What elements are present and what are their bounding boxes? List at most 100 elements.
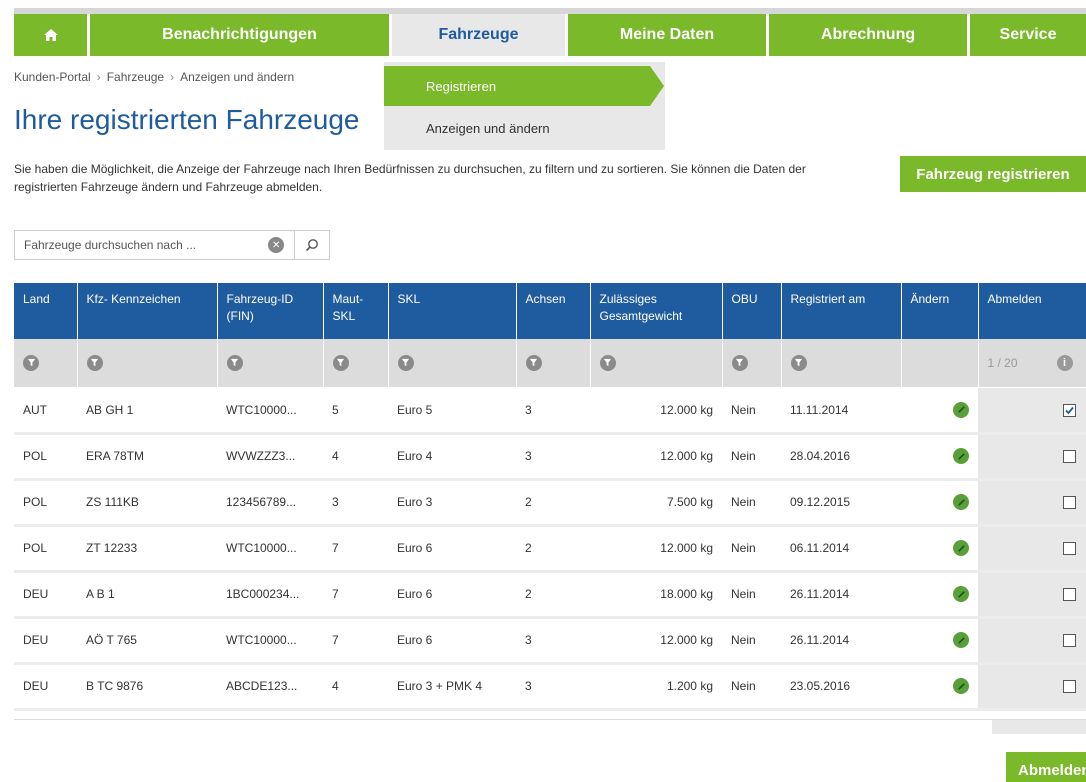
col-header-registriert[interactable]: Registriert am <box>781 283 902 339</box>
dropdown-label: Anzeigen und ändern <box>426 120 550 136</box>
breadcrumb-item[interactable]: Fahrzeuge <box>107 70 164 84</box>
nav-benachrichtigungen[interactable]: Benachrichtigungen <box>90 14 392 56</box>
cell-fin: WTC10000... <box>217 387 323 435</box>
cell-skl: Euro 3 + PMK 4 <box>388 663 516 711</box>
deregister-checkbox[interactable] <box>1063 403 1076 417</box>
filter-cell <box>901 339 979 388</box>
cell-abmelden <box>978 479 1086 527</box>
col-header-land[interactable]: Land <box>14 283 78 339</box>
cell-skl: Euro 6 <box>388 617 516 665</box>
nav-label: Meine Daten <box>619 26 715 43</box>
cell-obu: Nein <box>722 571 781 619</box>
edit-icon[interactable] <box>953 401 969 418</box>
col-header-abmelden: Abmelden <box>978 283 1086 339</box>
cell-registriert: 11.11.2014 <box>781 387 901 435</box>
cell-maut-skl: 4 <box>323 433 388 481</box>
dropdown-item-registrieren[interactable]: Registrieren <box>384 66 664 106</box>
col-header-fin[interactable]: Fahrzeug-ID (FIN) <box>217 283 324 339</box>
cell-abmelden <box>978 387 1086 435</box>
deregister-checkbox[interactable] <box>1063 542 1076 556</box>
col-header-obu[interactable]: OBU <box>722 283 782 339</box>
deregister-checkbox[interactable] <box>1063 680 1076 694</box>
deregister-button[interactable]: Abmelden <box>1006 752 1086 782</box>
cell-gewicht: 1.200 kg <box>590 663 722 711</box>
filter-cell <box>14 339 78 388</box>
cell-skl: Euro 6 <box>388 525 516 573</box>
search-box: ✕ <box>14 230 330 260</box>
breadcrumb-item[interactable]: Kunden-Portal <box>14 70 91 84</box>
cell-land: POL <box>14 525 77 573</box>
nav-fahrzeuge[interactable]: Fahrzeuge <box>392 8 568 56</box>
clear-icon[interactable]: ✕ <box>268 237 285 253</box>
partial-abmelden-cell <box>992 720 1086 734</box>
edit-icon[interactable] <box>953 448 969 464</box>
cell-abmelden <box>978 433 1086 481</box>
nav-label: Fahrzeuge <box>438 26 519 43</box>
cell-kennzeichen: ZT 12233 <box>77 525 217 573</box>
cell-fin: WTC10000... <box>217 617 323 665</box>
intro-text: Sie haben die Möglichkeit, die Anzeige d… <box>14 162 806 194</box>
table-row: AUT AB GH 1 WTC10000... 5 Euro 5 3 12.000 kg Ne… <box>14 387 1086 435</box>
deregister-checkbox[interactable] <box>1063 496 1076 510</box>
filter-cell <box>388 339 517 388</box>
cell-obu: Nein <box>722 387 781 435</box>
cell-achsen: 3 <box>516 617 590 665</box>
cell-registriert: 26.11.2014 <box>781 571 901 619</box>
cell-obu: Nein <box>722 433 781 481</box>
table-row: DEU AÖ T 765 WTC10000... 7 Euro 6 3 12.000 kg N… <box>14 617 1086 665</box>
filter-icon[interactable] <box>226 354 243 371</box>
button-label: Abmelden <box>1018 761 1086 779</box>
nav-label: Abrechnung <box>820 26 916 43</box>
info-icon[interactable]: i <box>1056 354 1073 371</box>
nav-home[interactable] <box>14 14 90 56</box>
filter-icon[interactable] <box>86 354 103 371</box>
nav-abrechnung[interactable]: Abrechnung <box>769 14 970 56</box>
cell-abmelden <box>978 525 1086 573</box>
edit-icon[interactable] <box>953 494 969 510</box>
filter-icon[interactable] <box>397 354 414 371</box>
filter-icon[interactable] <box>790 354 807 371</box>
col-header-kennzeichen[interactable]: Kfz- Kennzeichen <box>77 283 218 339</box>
edit-icon[interactable] <box>953 678 969 694</box>
cell-skl: Euro 4 <box>388 433 516 481</box>
filter-cell <box>77 339 218 388</box>
nav-meine-daten[interactable]: Meine Daten <box>568 14 769 56</box>
cell-maut-skl: 3 <box>323 479 388 527</box>
edit-icon[interactable] <box>953 540 969 556</box>
edit-icon[interactable] <box>953 632 969 648</box>
filter-icon[interactable] <box>525 354 542 371</box>
dropdown-item-anzeigen[interactable]: Anzeigen und ändern <box>384 108 665 148</box>
edit-icon[interactable] <box>953 586 969 602</box>
deregister-checkbox[interactable] <box>1063 588 1076 602</box>
cell-achsen: 3 <box>516 433 590 481</box>
search-input[interactable] <box>15 232 265 258</box>
cell-land: DEU <box>14 617 77 665</box>
col-header-achsen[interactable]: Achsen <box>516 283 591 339</box>
register-vehicle-button[interactable]: Fahrzeug registrieren <box>900 156 1086 192</box>
filter-icon[interactable] <box>599 354 616 371</box>
cell-registriert: 28.04.2016 <box>781 433 901 481</box>
filter-icon[interactable] <box>23 354 39 371</box>
nav-service[interactable]: Service <box>970 14 1086 56</box>
search-button[interactable] <box>295 231 329 259</box>
col-header-maut-skl[interactable]: Maut-SKL <box>323 283 389 339</box>
filter-icon[interactable] <box>332 354 349 371</box>
col-header-skl[interactable]: SKL <box>388 283 517 339</box>
breadcrumb: Kunden-Portal › Fahrzeuge › Anzeigen und… <box>14 70 294 84</box>
cell-achsen: 2 <box>516 525 590 573</box>
filter-icon[interactable] <box>731 354 748 371</box>
cell-aendern <box>901 617 978 665</box>
page-title: Ihre registrierten Fahrzeuge <box>14 104 360 135</box>
cell-fin: WTC10000... <box>217 525 323 573</box>
deregister-checkbox[interactable] <box>1063 634 1076 648</box>
deregister-checkbox[interactable] <box>1063 450 1076 464</box>
cell-achsen: 3 <box>516 663 590 711</box>
cell-skl: Euro 6 <box>388 571 516 619</box>
nav-label: Service <box>999 26 1057 43</box>
cell-maut-skl: 7 <box>323 525 388 573</box>
cell-fin: 1BC000234... <box>217 571 323 619</box>
cell-land: POL <box>14 479 77 527</box>
col-header-gewicht[interactable]: Zulässiges Gesamtgewicht <box>590 283 723 339</box>
home-icon <box>43 29 58 41</box>
cell-fin: 123456789... <box>217 479 323 527</box>
